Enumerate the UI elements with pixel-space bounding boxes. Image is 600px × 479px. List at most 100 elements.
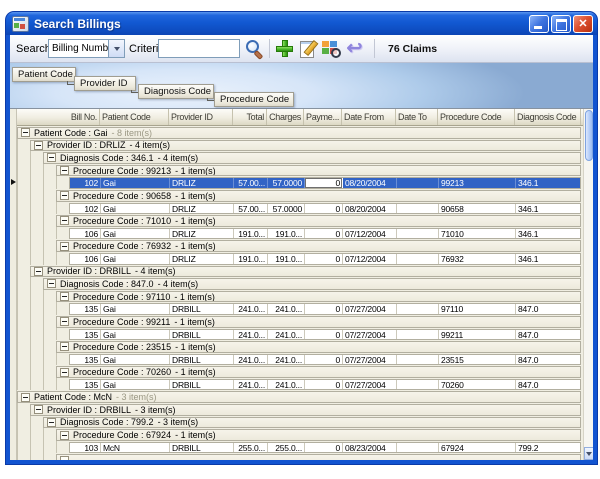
grid-cell[interactable] bbox=[397, 330, 439, 340]
table-row[interactable]: 102GaiDRLIZ57.00...57.0000008/20/2004906… bbox=[17, 202, 583, 215]
grid-cell[interactable]: 97110 bbox=[439, 304, 516, 314]
grid-cell[interactable]: 76932 bbox=[439, 254, 516, 264]
grid-cell[interactable]: 106 bbox=[70, 254, 101, 264]
grid-cell[interactable]: 191.0... bbox=[268, 229, 305, 239]
grid-cell[interactable]: 191.0... bbox=[234, 254, 268, 264]
grid-cell[interactable]: DRLIZ bbox=[170, 204, 234, 214]
grid-cell[interactable]: 346.1 bbox=[516, 229, 581, 239]
group-row-box[interactable]: Diagnosis Code : 799.2- 3 item(s) bbox=[43, 417, 581, 429]
collapse-icon[interactable] bbox=[34, 405, 43, 414]
group-row-box[interactable]: Procedure Code : 71010- 1 item(s) bbox=[56, 215, 581, 227]
grid-cell[interactable]: Gai bbox=[101, 380, 170, 390]
grid-cell[interactable]: DRBILL bbox=[170, 330, 234, 340]
collapse-icon[interactable] bbox=[60, 317, 69, 326]
header-cell-patient-code[interactable]: Patient Code bbox=[100, 109, 169, 125]
plus-icon[interactable] bbox=[274, 38, 295, 59]
grid-cell[interactable]: 0 bbox=[305, 355, 343, 365]
collapse-icon[interactable] bbox=[60, 166, 69, 175]
titlebar[interactable]: Search Billings bbox=[6, 12, 597, 35]
data-row[interactable]: 135GaiDRBILL241.0...241.0...007/27/20047… bbox=[69, 379, 581, 391]
grid-cell[interactable]: 07/12/2004 bbox=[343, 254, 397, 264]
grid-cell[interactable]: 0 bbox=[305, 330, 343, 340]
group-row-box[interactable]: Provider ID : DRLIZ- 4 item(s) bbox=[30, 140, 581, 152]
grid-cell[interactable]: 0 bbox=[305, 229, 343, 239]
data-row[interactable]: 135GaiDRBILL241.0...241.0...007/27/20049… bbox=[69, 329, 581, 341]
data-row[interactable]: 106GaiDRLIZ191.0...191.0...007/12/200471… bbox=[69, 228, 581, 240]
grid-cell[interactable]: 255.0... bbox=[268, 443, 305, 453]
grid-cell[interactable]: 102 bbox=[70, 178, 101, 188]
grid-cell[interactable]: 255.0... bbox=[234, 443, 268, 453]
grid-cell[interactable]: 99213 bbox=[439, 178, 516, 188]
grid-cell[interactable]: 135 bbox=[70, 355, 101, 365]
scroll-down-icon[interactable] bbox=[584, 447, 593, 460]
grid-cell[interactable]: Gai bbox=[101, 178, 170, 188]
grid-cell[interactable]: DRBILL bbox=[170, 380, 234, 390]
grid-cell[interactable]: 57.00... bbox=[234, 204, 268, 214]
grid-cell[interactable]: 57.0000 bbox=[268, 204, 305, 214]
grid-cell[interactable]: 0 bbox=[305, 204, 343, 214]
collapse-icon[interactable] bbox=[60, 216, 69, 225]
table-row[interactable]: 135GaiDRBILL241.0...241.0...007/27/20049… bbox=[17, 328, 583, 341]
grid-cell[interactable]: 99211 bbox=[439, 330, 516, 340]
grid-cell[interactable]: 0 bbox=[305, 254, 343, 264]
header-cell-procedure-code[interactable]: Procedure Code bbox=[438, 109, 515, 125]
grid-cell[interactable]: Gai bbox=[101, 204, 170, 214]
collapse-icon[interactable] bbox=[60, 431, 69, 440]
collapse-icon[interactable] bbox=[34, 267, 43, 276]
grid-cell[interactable]: 241.0... bbox=[268, 355, 305, 365]
grid-cell[interactable]: 241.0... bbox=[268, 380, 305, 390]
scrollbar-thumb[interactable] bbox=[585, 110, 593, 161]
group-row[interactable]: Procedure Code : 99213- 1 item(s) bbox=[17, 164, 583, 177]
grid-cell[interactable]: 57.00... bbox=[234, 178, 268, 188]
grid-cell[interactable]: Gai bbox=[101, 229, 170, 239]
grid-cell[interactable]: 08/20/2004 bbox=[343, 178, 397, 188]
payment-editor[interactable]: 0 bbox=[305, 178, 343, 188]
collapse-icon[interactable] bbox=[60, 242, 69, 251]
group-row-box[interactable]: Diagnosis Code : 346.1- 4 item(s) bbox=[43, 152, 581, 164]
grid-cell[interactable]: McN bbox=[101, 443, 170, 453]
grid-cell[interactable]: 847.0 bbox=[516, 304, 581, 314]
table-row[interactable]: 106GaiDRLIZ191.0...191.0...007/12/200476… bbox=[17, 252, 583, 265]
grid-cell[interactable]: 847.0 bbox=[516, 355, 581, 365]
grid-cell[interactable]: 0 bbox=[305, 380, 343, 390]
group-row[interactable]: Diagnosis Code : 346.1- 4 item(s) bbox=[17, 151, 583, 164]
grid-cell[interactable]: Gai bbox=[101, 355, 170, 365]
undo-arrow-icon[interactable] bbox=[344, 38, 365, 59]
grid-cell[interactable]: 70260 bbox=[439, 380, 516, 390]
header-cell-date-to[interactable]: Date To bbox=[396, 109, 438, 125]
collapse-icon[interactable] bbox=[21, 128, 30, 137]
table-row[interactable]: 106GaiDRLIZ191.0...191.0...007/12/200471… bbox=[17, 227, 583, 240]
group-row[interactable]: Patient Code : Gai- 8 item(s) bbox=[17, 126, 583, 139]
data-row[interactable]: 102GaiDRLIZ57.00...57.0000008/20/2004992… bbox=[69, 177, 581, 189]
collapse-icon[interactable] bbox=[21, 393, 30, 402]
group-field-patient-code[interactable]: Patient Code bbox=[12, 67, 76, 82]
grid-cell[interactable]: 23515 bbox=[439, 355, 516, 365]
group-row[interactable]: Procedure Code : 97110- 1 item(s) bbox=[17, 290, 583, 303]
grid-cell[interactable]: 135 bbox=[70, 330, 101, 340]
grid-cell[interactable] bbox=[397, 355, 439, 365]
details-icon[interactable] bbox=[320, 38, 341, 59]
grid-cell[interactable]: 135 bbox=[70, 304, 101, 314]
group-row-box[interactable]: Provider ID : DRBILL- 3 item(s) bbox=[30, 404, 581, 416]
group-row[interactable]: Procedure Code : 71010- 1 item(s) bbox=[17, 214, 583, 227]
grid-cell[interactable]: 106 bbox=[70, 229, 101, 239]
group-row[interactable]: Procedure Code : 90658- 1 item(s) bbox=[17, 189, 583, 202]
grid-cell[interactable]: 241.0... bbox=[234, 355, 268, 365]
grid-cell[interactable]: 0 bbox=[305, 443, 343, 453]
collapse-icon[interactable] bbox=[47, 418, 56, 427]
grid-cell[interactable]: 241.0... bbox=[234, 304, 268, 314]
group-row-box[interactable]: Procedure Code : 76932- 1 item(s) bbox=[56, 240, 581, 252]
chevron-down-icon[interactable] bbox=[108, 40, 124, 57]
grid-cell[interactable]: 07/27/2004 bbox=[343, 304, 397, 314]
group-row[interactable]: Provider ID : DRBILL- 3 item(s) bbox=[17, 403, 583, 416]
grid-cell[interactable]: 241.0... bbox=[268, 330, 305, 340]
grid-cell[interactable] bbox=[397, 443, 439, 453]
grid-cell[interactable]: Gai bbox=[101, 330, 170, 340]
collapse-icon[interactable] bbox=[47, 279, 56, 288]
grid-cell[interactable]: DRBILL bbox=[170, 355, 234, 365]
grid-cell[interactable] bbox=[397, 254, 439, 264]
grid-cell[interactable]: 08/20/2004 bbox=[343, 204, 397, 214]
header-cell-provider-id[interactable]: Provider ID bbox=[169, 109, 233, 125]
search-icon[interactable] bbox=[244, 38, 265, 59]
collapse-icon[interactable] bbox=[34, 141, 43, 150]
